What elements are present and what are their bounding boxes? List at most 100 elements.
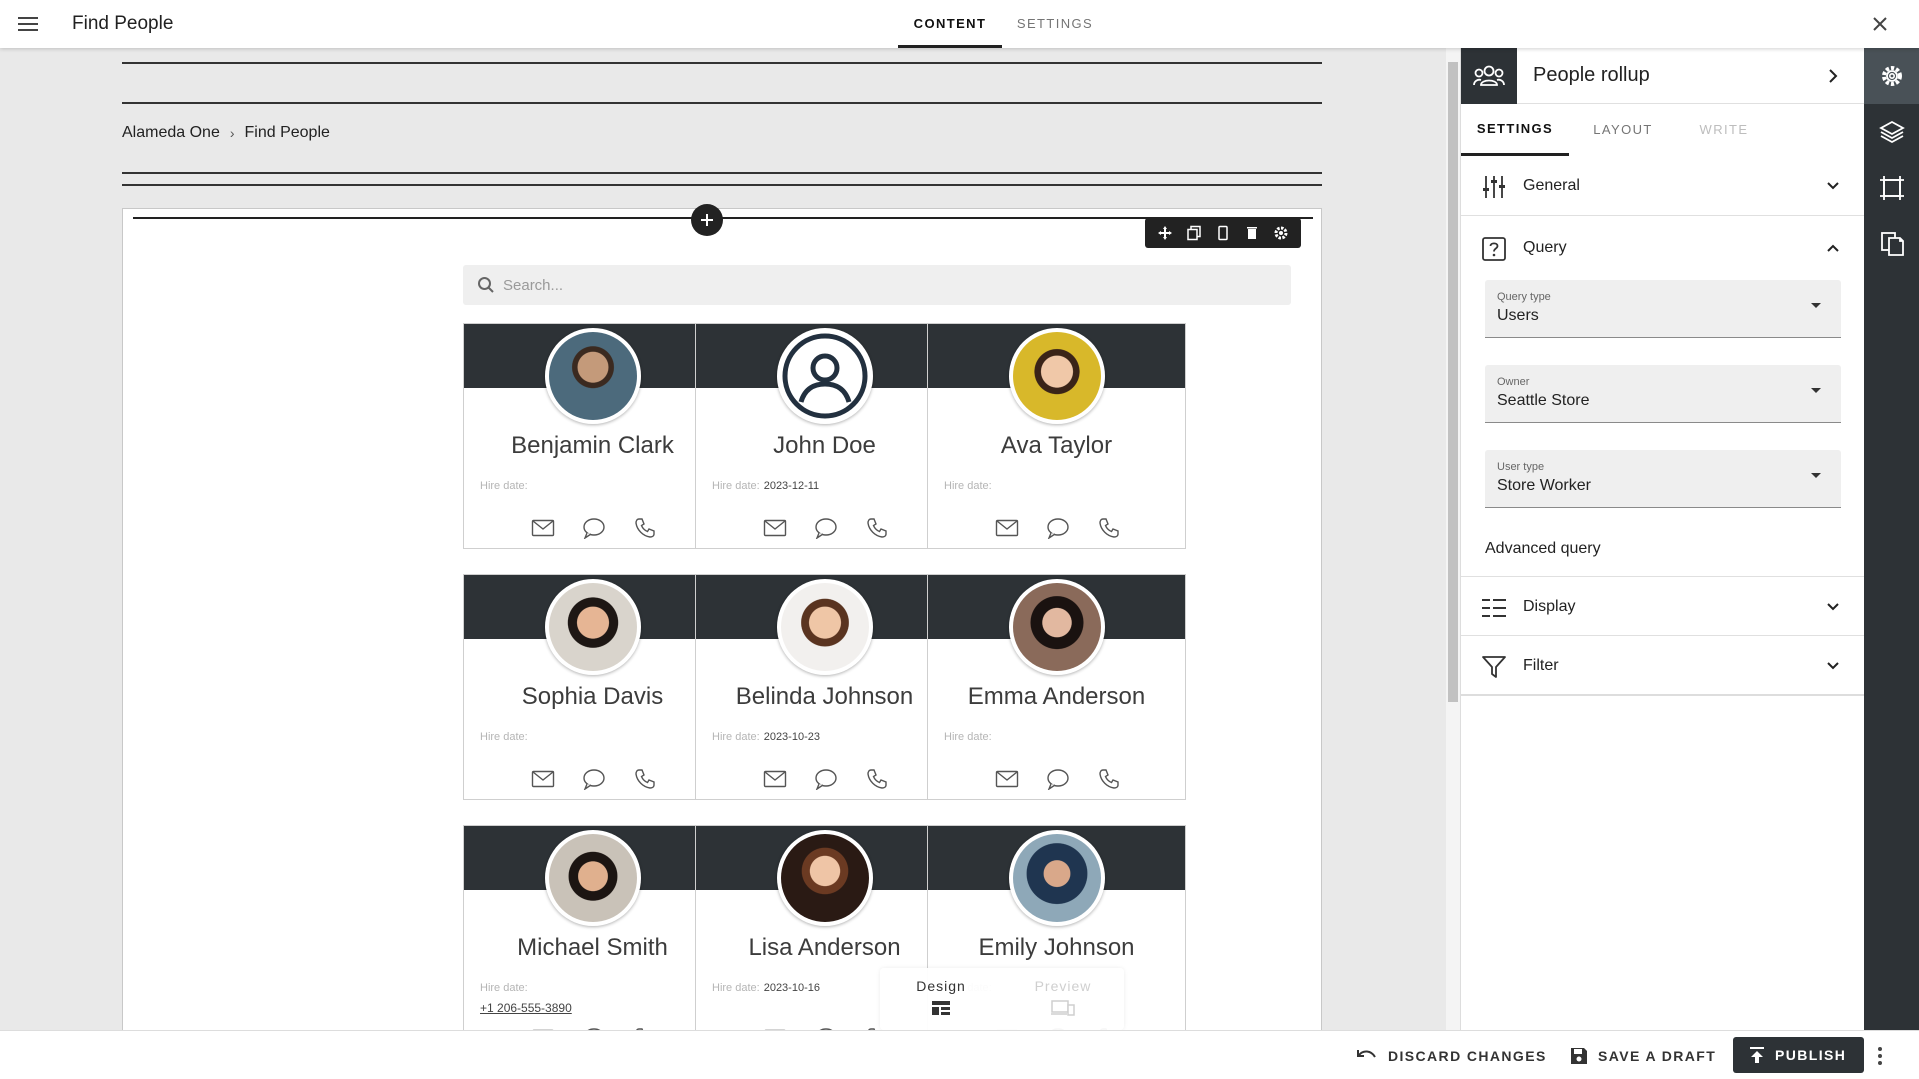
phone-icon[interactable]: [632, 767, 658, 791]
design-mode-button[interactable]: Design: [880, 968, 1002, 1030]
publish-button[interactable]: PUBLISH: [1733, 1037, 1864, 1073]
field-value: Seattle Store: [1497, 392, 1590, 409]
save-draft-button[interactable]: SAVE A DRAFT: [1570, 1040, 1716, 1072]
chevron-down-icon: [1823, 176, 1843, 196]
hire-date: Hire date:: [944, 480, 992, 492]
mail-icon[interactable]: [530, 767, 556, 791]
accordion-filter[interactable]: Filter: [1461, 636, 1865, 696]
person-card[interactable]: Michael Smith Hire date: +1 206-555-3890: [463, 825, 722, 1030]
accordion-label: Display: [1523, 598, 1576, 615]
avatar: [777, 579, 873, 675]
panel-tab-write[interactable]: WRITE: [1679, 104, 1769, 156]
avatar: [545, 830, 641, 926]
divider: [122, 102, 1322, 104]
accordion-general[interactable]: General: [1461, 156, 1865, 216]
discard-label: DISCARD CHANGES: [1388, 1048, 1547, 1064]
phone-icon[interactable]: [1096, 767, 1122, 791]
person-card[interactable]: Ava Taylor Hire date:: [927, 323, 1186, 549]
mail-icon[interactable]: [994, 516, 1020, 540]
layers-icon[interactable]: [1864, 104, 1919, 160]
chat-icon[interactable]: [813, 516, 839, 540]
tab-settings[interactable]: SETTINGS: [1005, 0, 1105, 48]
breadcrumb-item[interactable]: Find People: [245, 124, 330, 142]
tab-content[interactable]: CONTENT: [898, 0, 1002, 48]
accordion-query[interactable]: Query: [1461, 218, 1865, 278]
person-name: Emma Anderson: [967, 683, 1146, 710]
gear-icon[interactable]: [1864, 48, 1919, 104]
hire-date: Hire date: 2023-12-11: [712, 480, 820, 492]
more-options-icon[interactable]: [1874, 1042, 1886, 1070]
panel-tab-layout[interactable]: LAYOUT: [1573, 104, 1673, 156]
phone-icon[interactable]: [632, 516, 658, 540]
phone-icon[interactable]: [864, 516, 890, 540]
duplicate-icon[interactable]: [1184, 223, 1204, 243]
avatar: [1009, 579, 1105, 675]
close-icon[interactable]: [1868, 12, 1892, 36]
advanced-query-link[interactable]: Advanced query: [1485, 540, 1601, 558]
person-card[interactable]: Emma Anderson Hire date:: [927, 574, 1186, 800]
breadcrumb-item[interactable]: Alameda One: [122, 124, 220, 142]
divider: [122, 62, 1322, 64]
preview-mode-button[interactable]: Preview: [1002, 968, 1124, 1030]
page-title: Find People: [72, 13, 174, 34]
contact-actions: [762, 767, 890, 791]
people-rollup-block[interactable]: Benjamin Clark Hire date: John Doe Hire …: [122, 204, 1322, 1030]
breadcrumb-separator: ›: [229, 125, 235, 141]
gear-icon[interactable]: [1271, 223, 1291, 243]
chat-icon[interactable]: [581, 516, 607, 540]
devices-icon: [1051, 1000, 1075, 1016]
mobile-view-icon[interactable]: [1213, 223, 1233, 243]
dropdown-arrow-icon: [1811, 388, 1821, 393]
accordion-display[interactable]: Display: [1461, 576, 1865, 636]
hire-date: Hire date:: [480, 480, 528, 492]
chat-icon[interactable]: [1045, 767, 1071, 791]
person-name: Emily Johnson: [978, 934, 1135, 961]
chat-icon[interactable]: [813, 767, 839, 791]
query-type-select[interactable]: Query type Users: [1485, 280, 1841, 338]
right-icon-rail: [1864, 48, 1919, 1030]
chat-icon[interactable]: [1045, 516, 1071, 540]
editor-canvas: Alameda One › Find People Search... Benj…: [0, 48, 1446, 1030]
discard-changes-button[interactable]: DISCARD CHANGES: [1356, 1040, 1547, 1072]
mail-icon[interactable]: [762, 516, 788, 540]
avatar-photo: [1013, 583, 1101, 671]
delete-icon[interactable]: [1242, 223, 1262, 243]
phone-icon[interactable]: [1096, 516, 1122, 540]
owner-select[interactable]: Owner Seattle Store: [1485, 365, 1841, 423]
chat-icon[interactable]: [581, 767, 607, 791]
panel-title: People rollup: [1533, 64, 1650, 86]
panel-tab-settings[interactable]: SETTINGS: [1461, 104, 1569, 156]
publish-label: PUBLISH: [1775, 1047, 1847, 1063]
person-card[interactable]: Sophia Davis Hire date:: [463, 574, 722, 800]
chevron-right-icon[interactable]: [1821, 64, 1845, 88]
move-icon[interactable]: [1155, 223, 1175, 243]
filter-icon: [1481, 654, 1507, 680]
top-app-bar: Find People CONTENT SETTINGS: [0, 0, 1919, 48]
person-card[interactable]: John Doe Hire date: 2023-12-11: [695, 323, 954, 549]
avatar-photo: [549, 834, 637, 922]
vertical-scrollbar-thumb[interactable]: [1448, 62, 1458, 702]
person-card[interactable]: Benjamin Clark Hire date:: [463, 323, 722, 549]
avatar-photo: [781, 583, 869, 671]
mail-icon[interactable]: [994, 767, 1020, 791]
hamburger-menu-icon[interactable]: [14, 12, 42, 36]
frame-icon[interactable]: [1864, 160, 1919, 216]
pages-icon[interactable]: [1864, 216, 1919, 272]
hire-date: Hire date:: [480, 982, 528, 994]
mail-icon[interactable]: [762, 767, 788, 791]
user-type-select[interactable]: User type Store Worker: [1485, 450, 1841, 508]
hire-date: Hire date: 2023-10-16: [712, 982, 820, 994]
search-input[interactable]: [503, 276, 1263, 294]
save-icon: [1571, 1048, 1587, 1064]
add-block-button[interactable]: [691, 204, 723, 236]
person-name: John Doe: [773, 432, 876, 459]
divider: [122, 172, 1322, 174]
field-label: Query type: [1497, 291, 1551, 303]
avatar-photo: [781, 834, 869, 922]
mail-icon[interactable]: [530, 516, 556, 540]
person-card[interactable]: Belinda Johnson Hire date: 2023-10-23: [695, 574, 954, 800]
phone-link[interactable]: +1 206-555-3890: [480, 1001, 572, 1015]
help-box-icon: [1481, 236, 1507, 262]
design-mode-label: Design: [916, 978, 966, 994]
phone-icon[interactable]: [864, 767, 890, 791]
